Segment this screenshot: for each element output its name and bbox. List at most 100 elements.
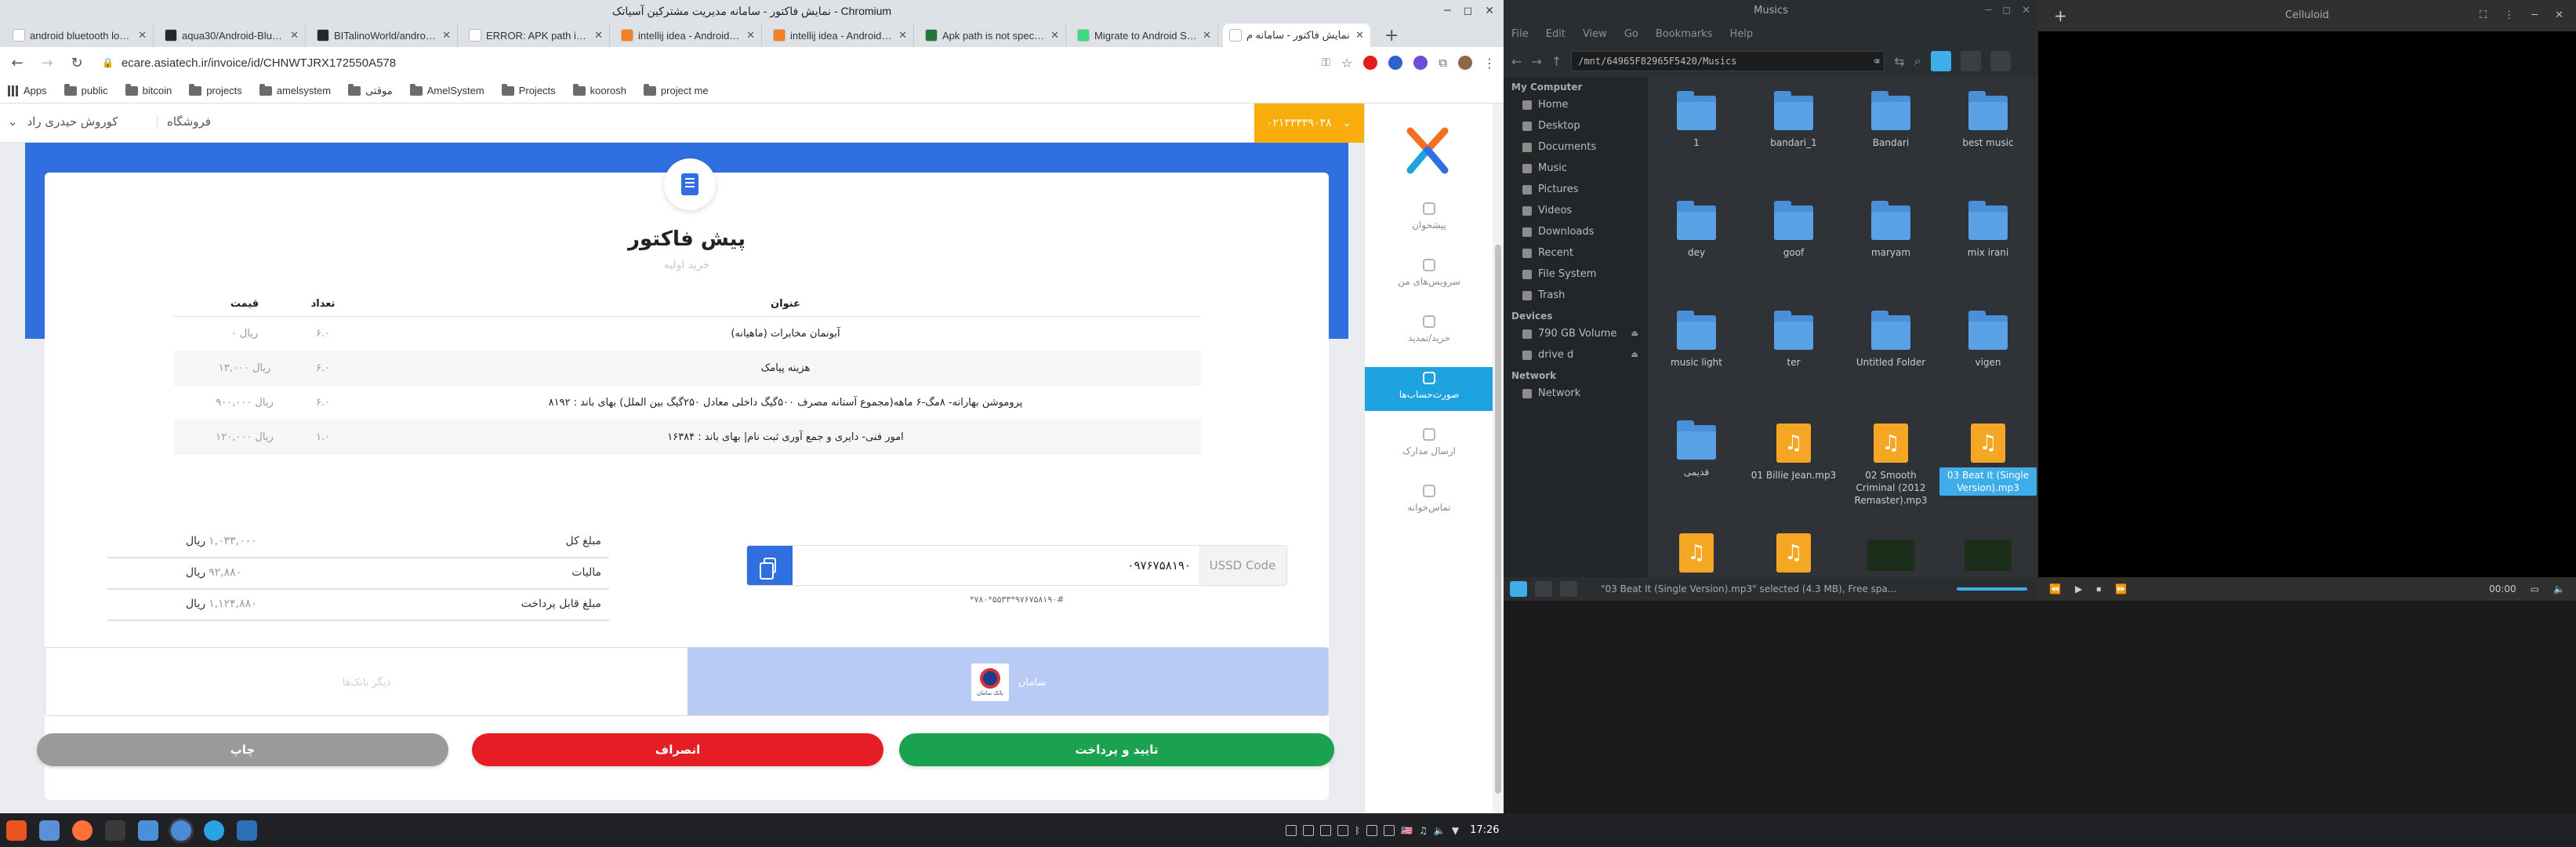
menu-item[interactable]: Go xyxy=(1624,28,1638,40)
close-tab-icon[interactable]: ✕ xyxy=(746,29,755,42)
menu-item[interactable]: Edit xyxy=(1546,28,1566,40)
video-area[interactable] xyxy=(2038,31,2576,577)
browser-tab[interactable]: intellij idea - Android St ✕ xyxy=(767,24,914,47)
places-item[interactable]: Desktop xyxy=(1504,115,1648,136)
places-item[interactable]: Network xyxy=(1504,383,1648,404)
menu-icon[interactable]: ⋮ xyxy=(1483,56,1496,71)
stop-icon[interactable]: ⏹ xyxy=(2096,583,2101,595)
folder-item[interactable]: music light xyxy=(1648,307,1745,408)
terminal-icon[interactable] xyxy=(105,820,125,841)
toggle-location-icon[interactable]: ⇆ xyxy=(1894,54,1904,69)
folder-item[interactable]: mix irani xyxy=(1939,198,2037,298)
places-item[interactable]: File System xyxy=(1504,264,1648,285)
folder-item[interactable]: ter xyxy=(1745,307,1842,408)
file-item[interactable]: ♫ 02 Smooth Criminal (2012 Remaster).mp3 xyxy=(1842,417,1939,518)
zoom-slider[interactable] xyxy=(1957,587,2027,591)
play-icon[interactable]: ▶ xyxy=(2075,583,2082,594)
menu-item[interactable]: View xyxy=(1583,28,1607,40)
folder-item[interactable]: bandari_1 xyxy=(1745,88,1842,188)
places-item[interactable]: Recent xyxy=(1504,242,1648,264)
forward-icon[interactable]: ⏩ xyxy=(2115,583,2127,594)
bookmark-item[interactable]: bitcoin xyxy=(125,83,172,96)
sidebar-item[interactable]: تماس‌خوانه xyxy=(1365,480,1493,524)
bookmark-item[interactable]: project me xyxy=(643,83,709,96)
back-icon[interactable]: ← xyxy=(1511,54,1522,69)
add-icon[interactable]: + xyxy=(2054,0,2067,31)
new-tab-button[interactable]: + xyxy=(1375,26,1408,47)
browser-tab[interactable]: Apk path is not specifie ✕ xyxy=(919,24,1066,47)
bookmark-item[interactable]: amelsystem xyxy=(259,83,331,96)
close-tab-icon[interactable]: ✕ xyxy=(1355,29,1364,42)
music-icon[interactable]: ♫ xyxy=(1419,825,1428,836)
tray-icon[interactable] xyxy=(1286,824,1297,836)
sidebar-item[interactable]: صورت‌حساب‌ها xyxy=(1365,367,1493,411)
forward-icon[interactable]: → xyxy=(38,55,56,71)
sidebar-section[interactable]: Network xyxy=(1504,365,1648,383)
menu-item[interactable]: Bookmarks xyxy=(1656,28,1713,40)
forward-icon[interactable]: → xyxy=(1531,54,1541,69)
puzzle-icon[interactable]: ⧉ xyxy=(1439,56,1447,70)
avatar[interactable] xyxy=(1458,56,1472,70)
location-bar[interactable]: /mnt/64965F82965F5420/Musics ⌫ xyxy=(1571,51,1885,71)
print-button[interactable]: چاپ xyxy=(37,733,448,766)
bookmark-item[interactable]: Apps xyxy=(8,85,47,96)
extension-purple-icon[interactable] xyxy=(1413,56,1428,70)
star-icon[interactable]: ☆ xyxy=(1341,56,1352,71)
file-item[interactable] xyxy=(1939,527,2037,577)
browser-tab[interactable]: BITalinoWorld/android-a ✕ xyxy=(310,24,458,47)
minimize-icon[interactable]: ─ xyxy=(1444,5,1450,17)
maximize-icon[interactable]: ◻ xyxy=(2002,0,2011,22)
places-item[interactable]: Pictures xyxy=(1504,179,1648,200)
close-icon[interactable]: ✕ xyxy=(2555,0,2563,31)
folder-item[interactable]: Untitled Folder xyxy=(1842,307,1939,408)
tray-icon[interactable] xyxy=(1337,824,1348,836)
browser-tab[interactable]: نمایش فاکتور - سامانه م ✕ xyxy=(1223,24,1370,47)
close-tab-icon[interactable]: ✕ xyxy=(594,29,603,42)
browser-tab[interactable]: intellij idea - Android AP ✕ xyxy=(615,24,762,47)
bank-option-saman[interactable]: بانک سامان سامان xyxy=(688,648,1328,715)
bookmark-item[interactable]: public xyxy=(63,83,108,96)
places-toggle[interactable] xyxy=(1510,581,1527,597)
volume-icon[interactable]: 🔈 xyxy=(1434,825,1446,836)
start-menu-icon[interactable] xyxy=(6,820,27,841)
sidebar-item[interactable]: پیشخوان xyxy=(1365,198,1493,242)
places-item[interactable]: drive d ⏏ xyxy=(1504,344,1648,365)
file-item[interactable]: ♫ xyxy=(1745,527,1842,577)
file-item[interactable]: ♫ xyxy=(1648,527,1745,577)
menu-item[interactable]: File xyxy=(1511,28,1529,40)
places-item[interactable]: Videos xyxy=(1504,200,1648,221)
folder-item[interactable]: goof xyxy=(1745,198,1842,298)
tray-icon[interactable] xyxy=(1384,824,1395,836)
close-tab-icon[interactable]: ✕ xyxy=(290,29,299,42)
folder-item[interactable]: Bandari xyxy=(1842,88,1939,188)
copy-button[interactable] xyxy=(747,546,793,585)
pip-icon[interactable]: ▭ xyxy=(2531,583,2539,594)
browser-tab[interactable]: aqua30/Android-Bluetoo ✕ xyxy=(158,24,306,47)
user-menu[interactable]: ⌄ کوروش حیدری راد xyxy=(8,115,118,129)
tree-toggle[interactable] xyxy=(1535,581,1552,597)
confirm-pay-button[interactable]: تایید و پرداخت xyxy=(899,733,1334,766)
bookmark-item[interactable]: Projects xyxy=(501,83,556,96)
browser-tab[interactable]: android bluetooth logge ✕ xyxy=(6,24,154,47)
extension-red-icon[interactable] xyxy=(1363,56,1378,70)
page-scrollbar[interactable] xyxy=(1493,104,1504,813)
close-tab-icon[interactable]: ✕ xyxy=(1050,29,1059,42)
sidebar-item[interactable]: ارسال مدارک xyxy=(1365,424,1493,467)
eject-icon[interactable]: ⏏ xyxy=(1631,351,1638,359)
places-item[interactable]: Documents xyxy=(1504,136,1648,158)
bookmark-item[interactable]: موقتی xyxy=(348,83,393,97)
files-icon[interactable] xyxy=(138,820,158,841)
close-tab-icon[interactable]: ✕ xyxy=(138,29,147,42)
extension-blue-icon[interactable] xyxy=(1388,56,1403,70)
close-icon[interactable]: ✕ xyxy=(1485,5,1494,17)
chromium-icon[interactable] xyxy=(171,820,191,841)
icon-view-button[interactable] xyxy=(1930,51,1951,71)
clear-icon[interactable]: ⌫ xyxy=(1874,56,1879,67)
close-icon[interactable]: ✕ xyxy=(2022,0,2030,22)
close-tab-icon[interactable]: ✕ xyxy=(898,29,907,42)
firefox-icon[interactable] xyxy=(72,820,93,841)
close-tab-icon[interactable]: ✕ xyxy=(1203,29,1211,42)
tray-icon[interactable] xyxy=(1303,824,1314,836)
minimize-icon[interactable]: ─ xyxy=(1985,0,1991,22)
bank-option-other[interactable]: دیگر بانک‌ها xyxy=(45,648,688,715)
